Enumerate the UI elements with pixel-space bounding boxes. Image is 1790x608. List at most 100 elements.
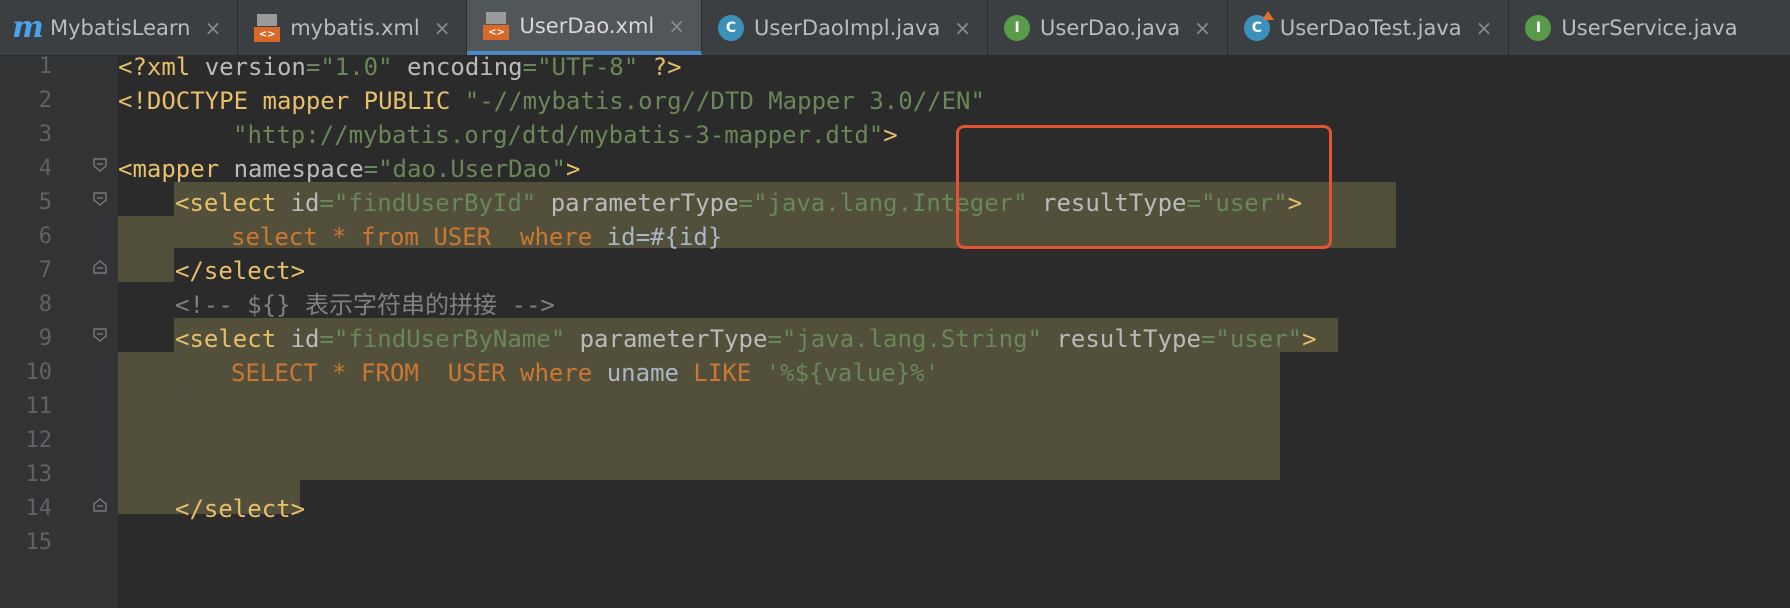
code-line: <select id="findUserById" parameterType=…	[175, 186, 1302, 220]
tab-mybatis-xml[interactable]: <> mybatis.xml ×	[238, 0, 468, 55]
token: select	[231, 223, 333, 251]
token: "-//mybatis.org//DTD Mapper 3.0//EN"	[464, 87, 985, 115]
token: resultType	[1027, 189, 1187, 217]
fold-open-icon[interactable]	[92, 191, 108, 207]
code-line: <!-- ${} 表示字符串的拼接 -->	[175, 288, 555, 322]
token: namespace	[233, 155, 364, 183]
tab-userdao-xml[interactable]: <> UserDao.xml ×	[467, 0, 703, 55]
code-line: <!DOCTYPE mapper PUBLIC "-//mybatis.org/…	[118, 84, 985, 118]
token: "findUserByName"	[333, 325, 566, 353]
token: >	[1287, 189, 1303, 217]
tab-label: UserService.java	[1561, 15, 1738, 40]
tab-label: UserDaoTest.java	[1279, 15, 1462, 40]
token: "user"	[1200, 189, 1288, 217]
close-icon[interactable]: ×	[434, 16, 451, 40]
xml-file-icon: <>	[483, 11, 510, 40]
code-line: <mapper namespace="dao.UserDao">	[118, 152, 580, 186]
code-line: </select>	[175, 254, 305, 288]
line-number: 2	[38, 88, 52, 113]
token: parameterType	[565, 325, 768, 353]
token: encoding	[407, 53, 523, 81]
tab-userservice-java[interactable]: I UserService.java	[1509, 0, 1753, 55]
token: =	[1200, 325, 1216, 353]
line-number: 8	[38, 292, 52, 317]
fold-open-icon[interactable]	[92, 157, 108, 173]
token: "1.0"	[320, 53, 393, 81]
token: =	[319, 189, 334, 217]
token: id=#{id}	[606, 223, 723, 251]
token: '%${value}%'	[765, 359, 940, 387]
token: "http://mybatis.org/dtd/mybatis-3-mapper…	[233, 121, 884, 149]
code-editor[interactable]: <?xml version="1.0" encoding="UTF-8" ?> …	[118, 53, 1790, 608]
code-line: "http://mybatis.org/dtd/mybatis-3-mapper…	[233, 118, 898, 152]
test-class-icon: C	[1243, 10, 1274, 41]
interface-icon: I	[1525, 14, 1552, 41]
token: uname	[606, 359, 694, 387]
token: =	[738, 189, 753, 217]
tab-label: UserDao.xml	[519, 13, 655, 38]
token: =	[522, 53, 538, 81]
token: SELECT	[231, 359, 333, 387]
tab-label: MybatisLearn	[50, 15, 191, 40]
token: id	[290, 189, 320, 217]
token: parameterType	[536, 189, 739, 217]
fold-open-icon[interactable]	[92, 327, 108, 343]
line-number: 9	[38, 326, 52, 351]
token: USER	[433, 223, 492, 251]
line-number: 1	[38, 54, 52, 79]
line-number: 5	[38, 190, 52, 215]
line-number: 4	[38, 156, 52, 181]
token: LIKE	[693, 359, 766, 387]
close-icon[interactable]: ×	[204, 16, 221, 40]
token: =	[767, 325, 782, 353]
code-line: <select id="findUserByName" parameterTyp…	[175, 322, 1317, 356]
editor-tab-bar: m MybatisLearn × <> mybatis.xml × <> Use…	[0, 0, 1790, 56]
token: =	[1186, 189, 1201, 217]
token: <select	[175, 325, 291, 353]
token: id	[290, 325, 320, 353]
token: <!-- ${} 表示字符串的拼接 -->	[175, 291, 555, 319]
line-number: 7	[38, 258, 52, 283]
tab-userdaoimpl-java[interactable]: C UserDaoImpl.java ×	[702, 0, 989, 55]
tab-label: mybatis.xml	[290, 15, 420, 40]
close-icon[interactable]: ×	[668, 14, 685, 38]
token: =	[319, 325, 334, 353]
token: "java.lang.Integer"	[753, 189, 1028, 217]
token: from	[346, 223, 434, 251]
interface-icon: I	[1004, 14, 1031, 41]
tab-userdaotest-java[interactable]: C UserDaoTest.java ×	[1228, 0, 1510, 55]
class-icon: C	[718, 14, 745, 41]
token: "findUserById"	[333, 189, 537, 217]
tab-label: UserDaoImpl.java	[754, 15, 941, 40]
close-icon[interactable]: ×	[1194, 16, 1211, 40]
token: >	[565, 155, 581, 183]
tab-mybatislearn[interactable]: m MybatisLearn ×	[0, 0, 239, 55]
fold-close-icon[interactable]	[92, 259, 108, 275]
token: *	[332, 223, 347, 251]
token: "user"	[1215, 325, 1303, 353]
line-number: 15	[25, 530, 53, 555]
tab-userdao-java[interactable]: I UserDao.java ×	[988, 0, 1228, 55]
code-line: </select>	[175, 492, 305, 526]
token: <!DOCTYPE mapper PUBLIC	[118, 87, 465, 115]
token: <select	[175, 189, 291, 217]
code-line: SELECT * FROM USER where uname LIKE '%${…	[231, 356, 939, 390]
token: where	[491, 223, 607, 251]
token: </select>	[175, 495, 306, 523]
token: "java.lang.String"	[781, 325, 1042, 353]
fold-close-icon[interactable]	[92, 497, 108, 513]
token: version	[204, 53, 306, 81]
line-number: 11	[25, 394, 53, 419]
line-number-gutter: 1 2 3 4 5 6 7 8 9 10 11 12 13 14 15	[0, 54, 118, 608]
token: "UTF-8"	[537, 53, 639, 81]
token: FROM	[346, 359, 448, 387]
mybatis-m-icon: m	[12, 10, 44, 45]
token: >	[883, 121, 898, 149]
line-number: 10	[25, 360, 53, 385]
token: *	[332, 359, 347, 387]
close-icon[interactable]: ×	[954, 16, 971, 40]
token: =	[305, 53, 321, 81]
close-icon[interactable]: ×	[1476, 16, 1493, 40]
sql-highlight	[118, 216, 174, 282]
